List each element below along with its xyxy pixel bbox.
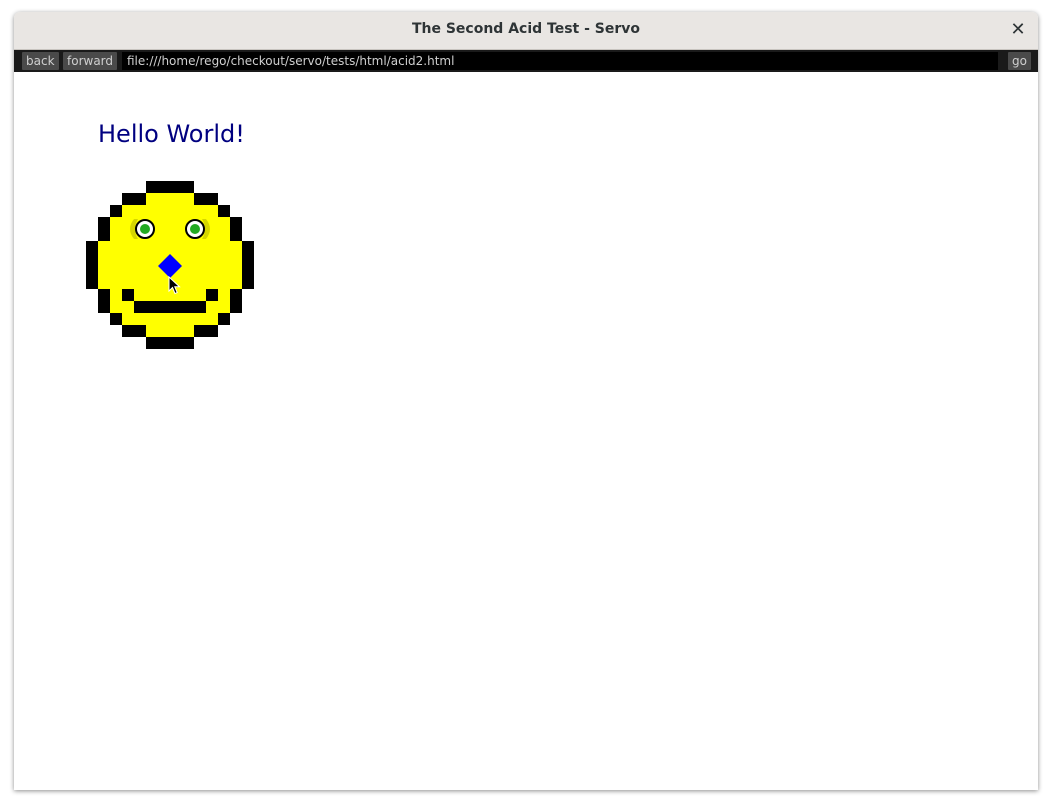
go-button[interactable]: go: [1008, 52, 1031, 70]
page-heading: Hello World!: [98, 120, 245, 148]
close-button[interactable]: ✕: [1008, 20, 1028, 40]
page-content: Hello World!: [14, 73, 1038, 790]
right-eye-icon: [185, 219, 205, 239]
browser-window: The Second Acid Test - Servo ✕ back forw…: [14, 12, 1038, 790]
mouse-pointer-icon: [168, 276, 181, 295]
navigation-bar: back forward file:///home/rego/checkout/…: [14, 50, 1038, 72]
back-button[interactable]: back: [22, 52, 59, 70]
forward-button[interactable]: forward: [63, 52, 118, 70]
acid2-smiley-face: [86, 181, 254, 349]
url-input[interactable]: file:///home/rego/checkout/servo/tests/h…: [122, 52, 998, 70]
window-title: The Second Acid Test - Servo: [411, 21, 641, 37]
titlebar: The Second Acid Test - Servo ✕: [14, 12, 1038, 50]
left-eye-icon: [135, 219, 155, 239]
